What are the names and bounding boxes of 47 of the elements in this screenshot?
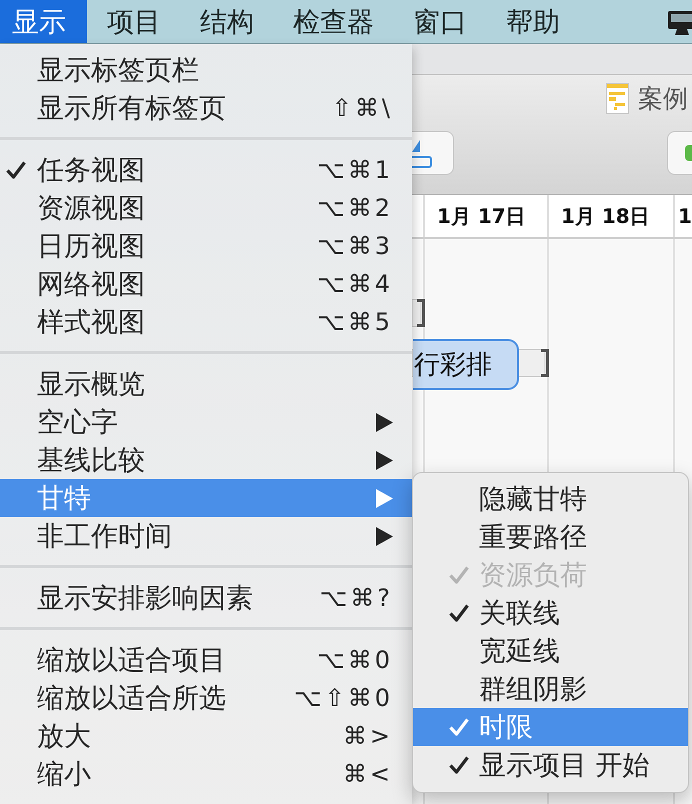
menu-item[interactable]: 缩放以适合所选 ⌥⇧⌘0 — [0, 679, 412, 717]
menu-item[interactable]: 显示所有标签页 ⇧⌘\ — [0, 89, 412, 127]
menu-item[interactable]: 显示安排影响因素 ⌥⌘? — [0, 579, 412, 617]
keyboard-shortcut: ⌥⌘1 — [317, 156, 393, 184]
column-header: 1月 17日 — [425, 195, 549, 237]
menu-item[interactable]: 群组阴影 — [413, 670, 688, 708]
toolbar-button[interactable] — [667, 131, 692, 175]
menu-bar-item[interactable]: 检查器 — [273, 0, 393, 43]
pill-icon — [685, 145, 692, 161]
menu-item[interactable]: 隐藏甘特 — [413, 480, 688, 518]
menu-item[interactable]: 资源视图 ⌥⌘2 — [0, 189, 412, 227]
menu-item[interactable]: 放大 ⌘> — [0, 717, 412, 755]
keyboard-shortcut: ⌥⌘2 — [317, 194, 393, 222]
menu-bar-item[interactable]: 帮助 — [486, 0, 579, 43]
menu-bar-item[interactable]: 结构 — [180, 0, 273, 43]
task-bar[interactable]: 行彩排 — [413, 339, 519, 390]
menu-item[interactable]: 重要路径 — [413, 518, 688, 556]
document-icon — [606, 82, 629, 114]
menu-bar-item[interactable]: 窗口 — [393, 0, 486, 43]
menu-item[interactable]: 关联线 — [413, 594, 688, 632]
keyboard-shortcut: ⌥⌘5 — [317, 308, 393, 336]
keyboard-shortcut: ⌥⌘? — [320, 584, 393, 612]
menu-item[interactable]: 空心字 — [0, 403, 412, 441]
keyboard-shortcut: ⌥⇧⌘0 — [294, 684, 393, 712]
menu-item[interactable]: 宽延线 — [413, 632, 688, 670]
keyboard-shortcut: ⌘> — [342, 722, 393, 750]
menu-item[interactable]: 缩小 ⌘< — [0, 755, 412, 793]
menu-item[interactable]: 网络视图 ⌥⌘4 — [0, 265, 412, 303]
menu-item[interactable]: 缩放以适合项目 ⌥⌘0 — [0, 641, 412, 679]
menu-item[interactable]: 基线比较 — [0, 441, 412, 479]
keyboard-shortcut: ⇧⌘\ — [332, 94, 393, 122]
column-header: 1月 18日 — [549, 195, 675, 237]
menu-item[interactable]: 显示标签页栏 — [0, 51, 412, 89]
menu-item[interactable]: 非工作时间 — [0, 517, 412, 555]
column-header: 1 — [677, 203, 692, 230]
menu-item[interactable]: 任务视图 ⌥⌘1 — [0, 151, 412, 189]
menu-item[interactable]: 显示项目 开始 — [413, 746, 688, 784]
keyboard-shortcut: ⌥⌘4 — [317, 270, 393, 298]
menu-item[interactable]: 显示概览 — [0, 365, 412, 403]
menu-item[interactable]: 样式视图 ⌥⌘5 — [0, 303, 412, 341]
keyboard-shortcut: ⌥⌘3 — [317, 232, 393, 260]
keyboard-shortcut: ⌥⌘0 — [317, 646, 393, 674]
menu-item[interactable]: 日历视图 ⌥⌘3 — [0, 227, 412, 265]
window-title: 案例 — [638, 82, 688, 114]
keyboard-shortcut: ⌘< — [342, 760, 393, 788]
menu-bar-item[interactable]: 显示 — [0, 0, 87, 43]
menu-bar-item[interactable]: 项目 — [87, 0, 180, 43]
